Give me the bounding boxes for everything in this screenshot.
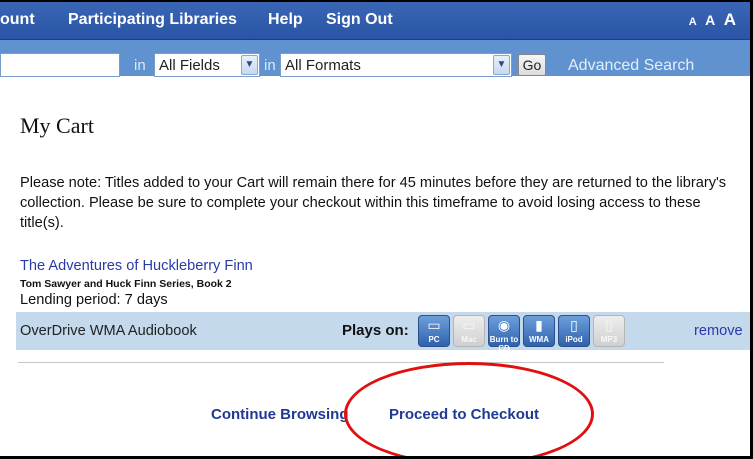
device-label: MP3 (600, 335, 618, 344)
go-button[interactable]: Go (518, 54, 546, 76)
ipod-icon: ▯ iPod (558, 315, 590, 347)
device-label: iPod (565, 335, 583, 344)
nav-participating-libraries-link[interactable]: Participating Libraries (68, 11, 237, 29)
burn-cd-glyph: ◉ (497, 317, 511, 333)
burn-cd-icon: ◉ Burn to CD (488, 315, 520, 353)
plays-on-label: Plays on: (342, 322, 409, 339)
continue-browsing-link[interactable]: Continue Browsing (211, 406, 349, 423)
mp3-icon: ▯ MP3 (593, 315, 625, 347)
font-size-controls: A A A (685, 10, 736, 30)
chevron-down-icon[interactable]: ▼ (241, 55, 258, 75)
nav-sign-out-link[interactable]: Sign Out (326, 11, 393, 29)
device-label: WMA (529, 335, 549, 344)
cart-item-lending-period: Lending period: 7 days (20, 292, 168, 308)
field-select[interactable]: All Fields ▼ (154, 53, 260, 77)
device-label: PC (428, 335, 440, 344)
mp3-glyph: ▯ (605, 317, 613, 333)
device-label: Mac (461, 335, 477, 344)
cart-item-format-row: OverDrive WMA Audiobook Plays on: ▭ PC ▭ Ma… (16, 312, 750, 353)
font-size-medium-button[interactable]: A (705, 12, 715, 28)
cart-page: ount Participating Libraries Help Sign O… (0, 0, 753, 459)
red-highlight-circle (344, 362, 594, 459)
format-select-value: All Formats (285, 57, 361, 74)
font-size-small-button[interactable]: A (689, 16, 697, 28)
pc-icon: ▭ PC (418, 315, 450, 347)
cart-item-series: Tom Sawyer and Huck Finn Series, Book 2 (20, 278, 232, 290)
field-select-value: All Fields (159, 57, 220, 74)
device-label: Burn to CD (489, 335, 519, 353)
cart-item-title-link[interactable]: The Adventures of Huckleberry Finn (20, 258, 253, 274)
format-name: OverDrive WMA Audiobook (20, 323, 197, 339)
search-input[interactable] (0, 53, 120, 77)
advanced-search-link[interactable]: Advanced Search (568, 57, 694, 75)
ipod-glyph: ▯ (570, 317, 578, 333)
nav-help-link[interactable]: Help (268, 11, 303, 29)
font-size-large-button[interactable]: A (724, 10, 736, 29)
chevron-down-icon[interactable]: ▼ (493, 55, 510, 75)
wma-icon: ▮ WMA (523, 315, 555, 347)
top-nav-bar: ount Participating Libraries Help Sign O… (0, 2, 750, 40)
in-label: in (264, 57, 276, 74)
page-title: My Cart (20, 113, 94, 138)
cart-timeout-note: Please note: Titles added to your Cart w… (20, 175, 727, 231)
search-bar: in All Fields ▼ in All Formats ▼ Go Adva… (0, 40, 750, 77)
nav-account-link[interactable]: ount (0, 11, 35, 29)
remove-link[interactable]: remove (694, 323, 743, 339)
divider (18, 362, 664, 363)
format-select[interactable]: All Formats ▼ (280, 53, 512, 77)
pc-glyph: ▭ (427, 317, 441, 333)
mac-glyph: ▭ (462, 317, 476, 333)
wma-glyph: ▮ (535, 317, 543, 333)
in-label: in (134, 57, 146, 74)
mac-icon: ▭ Mac (453, 315, 485, 347)
